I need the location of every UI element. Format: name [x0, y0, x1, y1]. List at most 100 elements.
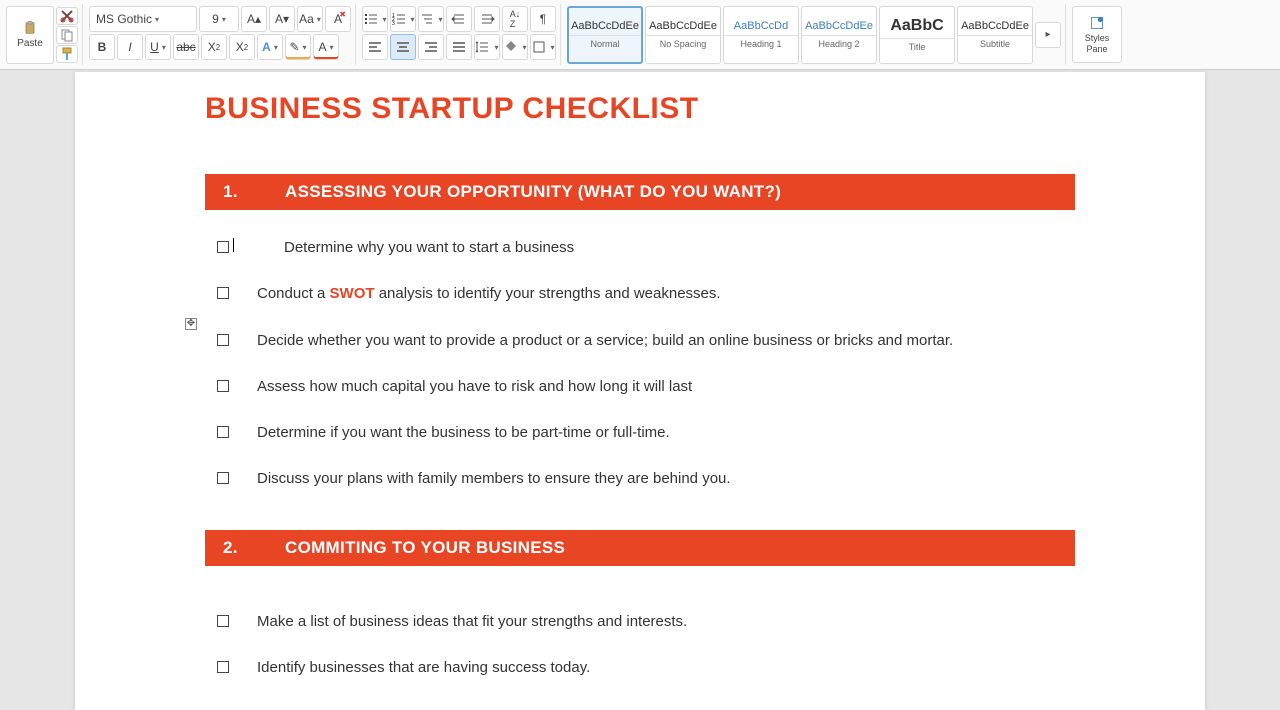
checkbox-icon[interactable] [217, 241, 229, 253]
section-header: 2.COMMITING TO YOUR BUSINESS [205, 530, 1075, 566]
text-cursor [233, 238, 234, 252]
style-heading-1[interactable]: AaBbCcDd Heading 1 [723, 6, 799, 64]
style-name-label: Title [880, 38, 954, 52]
bold-button[interactable]: B [89, 34, 115, 60]
ribbon-toolbar: Paste MS Gothic 9 A▴ A▾ Aa A✖ B I U abc … [0, 0, 1280, 70]
style-no-spacing[interactable]: AaBbCcDdEe No Spacing [645, 6, 721, 64]
bullets-button[interactable] [362, 6, 388, 32]
style-name-label: Heading 1 [724, 35, 798, 49]
checklist-item[interactable]: Discuss your plans with family members t… [217, 469, 1141, 489]
section-title: ASSESSING YOUR OPPORTUNITY (WHAT DO YOU … [285, 182, 781, 202]
change-case-button[interactable]: Aa [297, 6, 323, 32]
superscript-button[interactable]: X2 [229, 34, 255, 60]
underline-button[interactable]: U [145, 34, 171, 60]
style-preview: AaBbCcDdEe [805, 20, 873, 32]
checklist-item[interactable]: Determine why you want to start a busine… [217, 238, 1141, 258]
font-size-select[interactable]: 9 [199, 6, 239, 32]
checklist-item-text: Identify businesses that are having succ… [257, 658, 590, 678]
checkbox-icon[interactable] [217, 380, 229, 392]
style-name-label: No Spacing [646, 35, 720, 49]
paragraph-group: 123 A↓Z ¶ [358, 4, 561, 65]
styles-more-button[interactable]: ▸ [1035, 22, 1061, 48]
checklist-item-text: Make a list of business ideas that fit y… [257, 612, 687, 632]
checklist-item[interactable]: Determine if you want the business to be… [217, 423, 1141, 443]
paste-label: Paste [17, 38, 43, 49]
align-left-button[interactable] [362, 34, 388, 60]
style-name-label: Normal [569, 35, 641, 49]
style-preview: AaBbCcDdEe [961, 20, 1029, 32]
checklist-item-text: Conduct a SWOT analysis to identify your… [257, 284, 721, 304]
style-title[interactable]: AaBbC Title [879, 6, 955, 64]
style-preview: AaBbCcDd [734, 20, 788, 32]
numbering-button[interactable]: 123 [390, 6, 416, 32]
document-page[interactable]: ✥ BUSINESS STARTUP CHECKLIST 1.ASSESSING… [75, 72, 1205, 710]
justify-button[interactable] [446, 34, 472, 60]
checklist-item[interactable]: Assess how much capital you have to risk… [217, 377, 1141, 397]
increase-indent-button[interactable] [474, 6, 500, 32]
checklist-item-text: Decide whether you want to provide a pro… [257, 331, 953, 351]
font-color-button[interactable]: A [313, 34, 339, 60]
checklist-item[interactable]: Identify businesses that are having succ… [217, 658, 1141, 678]
checklist: Make a list of business ideas that fit y… [205, 566, 1141, 710]
section-number: 2. [223, 538, 285, 558]
swot-highlight: SWOT [330, 285, 375, 302]
checklist-item-text: Assess how much capital you have to risk… [257, 377, 692, 397]
document-area[interactable]: ✥ BUSINESS STARTUP CHECKLIST 1.ASSESSING… [0, 70, 1280, 710]
align-right-button[interactable] [418, 34, 444, 60]
increase-font-button[interactable]: A▴ [241, 6, 267, 32]
multilevel-list-button[interactable] [418, 6, 444, 32]
line-spacing-button[interactable] [474, 34, 500, 60]
checklist-item[interactable]: Make a list of business ideas that fit y… [217, 612, 1141, 632]
checkbox-icon[interactable] [217, 615, 229, 627]
style-preview: AaBbCcDdEe [649, 20, 717, 32]
decrease-font-button[interactable]: A▾ [269, 6, 295, 32]
clear-formatting-button[interactable]: A✖ [325, 6, 351, 32]
styles-pane-button[interactable]: Styles Pane [1072, 6, 1122, 63]
styles-group: AaBbCcDdEeNormalAaBbCcDdEeNo SpacingAaBb… [563, 4, 1066, 65]
show-marks-button[interactable]: ¶ [530, 6, 556, 32]
checkbox-icon[interactable] [217, 334, 229, 346]
style-preview: AaBbCcDdEe [571, 20, 639, 32]
checkbox-icon[interactable] [217, 426, 229, 438]
paste-button[interactable]: Paste [6, 6, 54, 64]
checklist-item[interactable]: Decide whether you want to provide a pro… [217, 331, 1141, 351]
checklist-item[interactable]: Conduct a SWOT analysis to identify your… [217, 284, 1141, 304]
checklist: Determine why you want to start a busine… [205, 210, 1141, 530]
style-preview: AaBbC [890, 17, 943, 35]
text-effects-button[interactable]: A [257, 34, 283, 60]
style-subtitle[interactable]: AaBbCcDdEe Subtitle [957, 6, 1033, 64]
align-center-button[interactable] [390, 34, 416, 60]
checkbox-icon[interactable] [217, 472, 229, 484]
svg-text:3: 3 [392, 21, 395, 27]
decrease-indent-button[interactable] [446, 6, 472, 32]
font-name-select[interactable]: MS Gothic [89, 6, 197, 32]
styles-pane-group: Styles Pane [1068, 4, 1126, 65]
style-heading-2[interactable]: AaBbCcDdEe Heading 2 [801, 6, 877, 64]
checklist-item-text: Determine if you want the business to be… [257, 423, 670, 443]
strikethrough-button[interactable]: abc [173, 34, 199, 60]
shading-button[interactable] [502, 34, 528, 60]
checkbox-icon[interactable] [217, 287, 229, 299]
checklist-item-text: Discuss your plans with family members t… [257, 469, 731, 489]
table-move-handle[interactable]: ✥ [185, 318, 197, 330]
cut-button[interactable] [56, 7, 78, 25]
section-number: 1. [223, 182, 285, 202]
italic-button[interactable]: I [117, 34, 143, 60]
copy-button[interactable] [56, 26, 78, 44]
checklist-item-text: Determine why you want to start a busine… [284, 238, 574, 258]
font-group: MS Gothic 9 A▴ A▾ Aa A✖ B I U abc X2 X2 … [85, 4, 356, 65]
subscript-button[interactable]: X2 [201, 34, 227, 60]
section-header: 1.ASSESSING YOUR OPPORTUNITY (WHAT DO YO… [205, 174, 1075, 210]
style-normal[interactable]: AaBbCcDdEe Normal [567, 6, 643, 64]
checkbox-icon[interactable] [217, 661, 229, 673]
sort-button[interactable]: A↓Z [502, 6, 528, 32]
style-name-label: Heading 2 [802, 35, 876, 49]
format-painter-button[interactable] [56, 45, 78, 63]
clipboard-group: Paste [2, 4, 83, 65]
section-title: COMMITING TO YOUR BUSINESS [285, 538, 565, 558]
document-title: BUSINESS STARTUP CHECKLIST [205, 92, 1141, 126]
style-name-label: Subtitle [958, 35, 1032, 49]
borders-button[interactable] [530, 34, 556, 60]
highlight-button[interactable]: ✎ [285, 34, 311, 60]
style-gallery: AaBbCcDdEeNormalAaBbCcDdEeNo SpacingAaBb… [567, 6, 1033, 64]
